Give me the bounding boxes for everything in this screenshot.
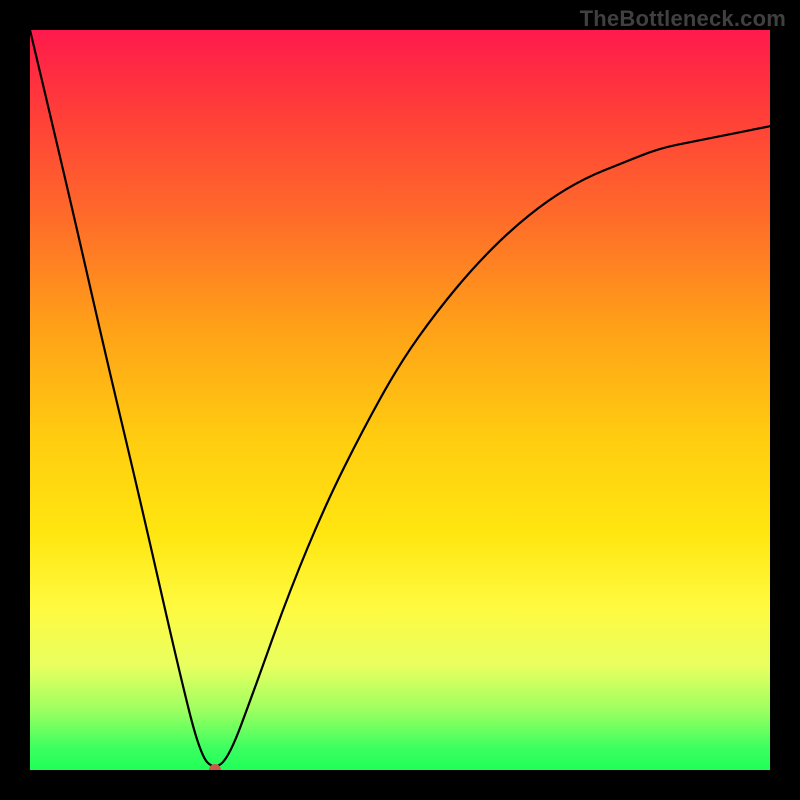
- chart-svg: [30, 30, 770, 770]
- curve-line: [30, 30, 770, 766]
- chart-frame: TheBottleneck.com: [0, 0, 800, 800]
- watermark-label: TheBottleneck.com: [580, 6, 786, 32]
